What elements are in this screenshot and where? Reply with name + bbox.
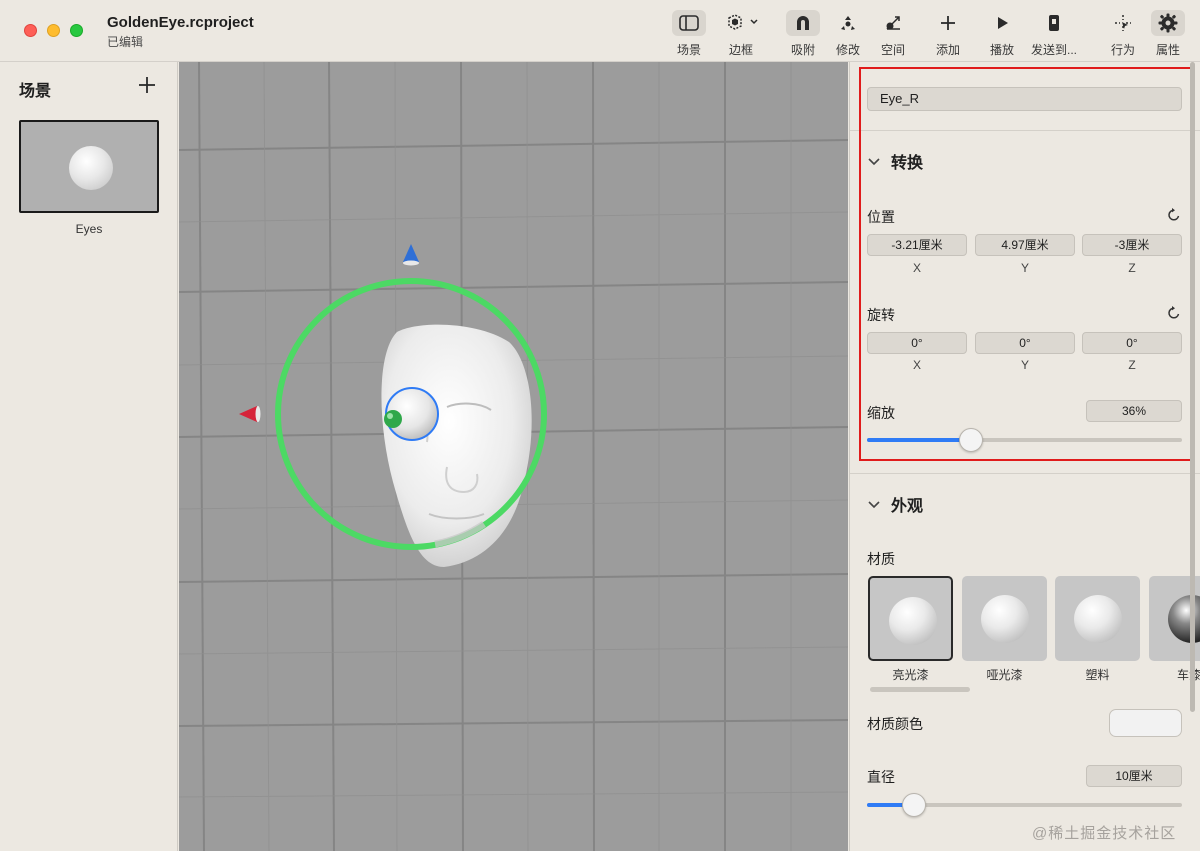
toolbar-label: 行为	[1110, 43, 1135, 57]
transform-section-title: 转换	[891, 155, 924, 172]
title-bar: GoldenEye.rcproject 已编辑 场景 边框 吸附 修改 空间 添…	[0, 0, 1200, 62]
behavior-icon	[1106, 10, 1140, 36]
material-color-well[interactable]	[1109, 709, 1182, 737]
toolbar-properties-button[interactable]: 属性	[1151, 10, 1185, 58]
rotation-x-field[interactable]: 0°	[867, 332, 967, 354]
material-preview-sphere	[981, 595, 1029, 643]
toolbar-label: 发送到...	[1031, 43, 1078, 57]
toolbar-modify-button[interactable]: 修改	[831, 10, 865, 58]
reset-rotation-icon[interactable]	[1166, 305, 1182, 321]
appearance-section-title: 外观	[891, 498, 924, 515]
face-mask-model[interactable]	[381, 324, 532, 567]
toolbar-label: 添加	[935, 43, 960, 57]
transform-section-header[interactable]: 转换	[867, 149, 923, 173]
position-label: 位置	[867, 209, 895, 225]
axis-label-z: Z	[1128, 358, 1136, 372]
toolbar-add-button[interactable]: 添加	[931, 10, 965, 58]
cube-frame-icon	[720, 10, 762, 36]
divider	[850, 473, 1200, 474]
document-status: 已编辑	[107, 35, 144, 49]
toolbar-label: 场景	[676, 43, 701, 57]
diameter-label: 直径	[867, 769, 895, 785]
scene-thumbnail[interactable]	[19, 120, 159, 213]
gear-icon	[1151, 10, 1185, 36]
watermark: @稀土掘金技术社区	[1032, 825, 1177, 842]
toolbar-label: 吸附	[790, 43, 815, 57]
magnet-icon	[786, 10, 820, 36]
toolbar-send-button[interactable]: 发送到...	[1031, 10, 1077, 58]
axis-label-x: X	[912, 358, 921, 372]
3d-viewport[interactable]	[179, 62, 848, 851]
toolbar-space-button[interactable]: 空间	[876, 10, 910, 58]
scale-slider-knob[interactable]	[959, 428, 983, 452]
position-z-field[interactable]: -3厘米	[1082, 234, 1182, 256]
toolbar-bounds-button[interactable]: 边框	[720, 10, 762, 58]
y-axis-handle-icon[interactable]	[403, 244, 419, 266]
axis-label-y: Y	[1020, 261, 1029, 275]
material-color-label: 材质颜色	[867, 716, 923, 732]
rotation-z-field[interactable]: 0°	[1082, 332, 1182, 354]
inspector-panel: Eye_R 转换 位置 -3.21厘米 4.97厘米 -3厘米 X Y Z 旋转…	[849, 62, 1200, 851]
scale-slider-fill	[867, 438, 971, 442]
chevron-down-icon	[868, 501, 880, 509]
add-scene-button[interactable]	[136, 74, 158, 96]
space-icon	[876, 10, 910, 36]
toolbar-label: 属性	[1155, 43, 1180, 57]
document-title: GoldenEye.rcproject	[107, 14, 254, 31]
chevron-down-icon	[868, 158, 880, 166]
scene-preview-sphere	[69, 146, 113, 190]
toolbar-behavior-button[interactable]: 行为	[1106, 10, 1140, 58]
toolbar-label: 空间	[880, 43, 905, 57]
close-window-button[interactable]	[24, 24, 37, 37]
material-preview-sphere	[1074, 595, 1122, 643]
position-y-field[interactable]: 4.97厘米	[975, 234, 1075, 256]
toolbar-label: 边框	[728, 43, 753, 57]
scenes-panel: 场景 Eyes	[0, 62, 178, 851]
scale-slider[interactable]	[867, 438, 1182, 442]
material-matte-paint[interactable]	[962, 576, 1047, 661]
rotation-y-field[interactable]: 0°	[975, 332, 1075, 354]
inspector-scrollbar[interactable]	[1190, 62, 1195, 712]
material-label-plastic: 塑料	[1085, 668, 1110, 682]
appearance-section-header[interactable]: 外观	[867, 492, 923, 516]
toolbar-play-button[interactable]: 播放	[985, 10, 1019, 58]
divider	[850, 130, 1200, 131]
eye-sphere-selected[interactable]	[384, 387, 439, 441]
scenes-header: 场景	[19, 83, 52, 100]
sidebar-icon	[672, 10, 706, 36]
object-name-field[interactable]: Eye_R	[867, 87, 1182, 111]
x-axis-handle-icon[interactable]	[239, 406, 261, 422]
material-label: 材质	[867, 551, 895, 567]
scale-label: 缩放	[867, 405, 895, 421]
plus-icon	[139, 77, 155, 93]
zoom-window-button[interactable]	[70, 24, 83, 37]
toolbar-label: 修改	[835, 43, 860, 57]
send-icon	[1037, 10, 1071, 36]
diameter-slider-knob[interactable]	[902, 793, 926, 817]
toolbar-snap-button[interactable]: 吸附	[786, 10, 820, 58]
material-preview-sphere	[889, 597, 937, 645]
axis-label-x: X	[912, 261, 921, 275]
axis-label-z: Z	[1128, 261, 1136, 275]
axis-label-y: Y	[1020, 358, 1029, 372]
material-gloss-paint[interactable]	[868, 576, 953, 661]
play-icon	[985, 10, 1019, 36]
material-plastic[interactable]	[1055, 576, 1140, 661]
scale-field[interactable]: 36%	[1086, 400, 1182, 422]
toolbar-scenes-button[interactable]: 场景	[672, 10, 706, 58]
diameter-field[interactable]: 10厘米	[1086, 765, 1182, 787]
material-label-matte: 哑光漆	[986, 668, 1023, 682]
transform-icon	[831, 10, 865, 36]
toolbar-label: 播放	[989, 43, 1014, 57]
plus-icon	[931, 10, 965, 36]
material-preview-sphere	[1168, 595, 1200, 643]
reset-position-icon[interactable]	[1166, 207, 1182, 223]
materials-scrollbar[interactable]	[870, 687, 970, 692]
minimize-window-button[interactable]	[47, 24, 60, 37]
material-label-gloss: 亮光漆	[892, 668, 929, 682]
position-x-field[interactable]: -3.21厘米	[867, 234, 967, 256]
rotation-label: 旋转	[867, 307, 895, 323]
scene-label: Eyes	[75, 222, 103, 236]
